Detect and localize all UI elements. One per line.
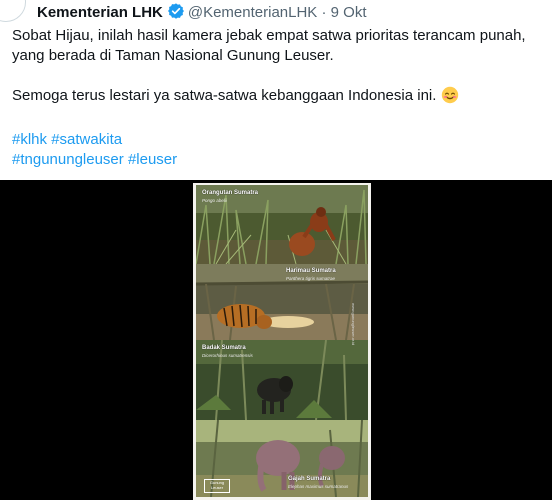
hashtag-tngunungleuser[interactable]: #tngunungleuser	[12, 151, 124, 168]
hashtag-satwakita[interactable]: #satwakita	[51, 131, 122, 148]
panel-title: Harimau Sumatra	[286, 268, 336, 274]
text-line-2: yang berada di Taman Nasional Gunung Leu…	[12, 47, 334, 64]
hashtags-line-1: #klhk #satwakita	[12, 130, 542, 150]
verified-badge-icon	[167, 2, 185, 25]
text-line-3-content: Semoga terus lestari ya satwa-satwa keba…	[12, 87, 437, 104]
gunung-leuser-logo: Gunung Leuser	[204, 479, 230, 493]
panel-title: Orangutan Sumatra	[202, 190, 259, 196]
panel-latin-name: Dicerorhinus sumatrensis	[202, 353, 253, 358]
hashtag-leuser[interactable]: #leuser	[128, 151, 177, 168]
hashtags-line-2: #tngunungleuser #leuser	[12, 150, 542, 170]
separator-dot: ·	[321, 4, 327, 21]
author-handle[interactable]: @KementerianLHK	[188, 4, 317, 21]
author-name[interactable]: Kementerian LHK	[37, 4, 163, 21]
panel-latin-name: Pongo abelii	[202, 198, 227, 203]
orangutan-panel: Orangutan Sumatra Pongo abelii	[196, 185, 368, 264]
avatar[interactable]	[0, 0, 26, 22]
tweet-date[interactable]: 9 Okt	[331, 4, 367, 21]
hashtag-klhk[interactable]: #klhk	[12, 131, 47, 148]
tweet-text: Sobat Hijau, inilah hasil kamera jebak e…	[12, 26, 542, 170]
panel-title: Badak Sumatra	[202, 345, 246, 351]
tiger-photo	[196, 264, 368, 340]
panel-title: Gajah Sumatra	[288, 476, 331, 482]
tiger-panel: Harimau Sumatra Panthera tigris sumatrae	[196, 264, 368, 340]
text-line-3: Semoga terus lestari ya satwa-satwa keba…	[12, 86, 542, 110]
tweet-header: Kementerian LHK @KementerianLHK · 9 Okt	[0, 0, 552, 22]
smiling-face-emoji-icon	[441, 86, 459, 110]
author-line: Kementerian LHK @KementerianLHK · 9 Okt	[37, 2, 367, 25]
watermark-text: www.gunungleuser.or.id	[351, 303, 356, 346]
panel-latin-name: Panthera tigris sumatrae	[286, 276, 336, 281]
tweet-media[interactable]: Orangutan Sumatra Pongo abelii Harimau S…	[0, 180, 552, 500]
text-line-1: Sobat Hijau, inilah hasil kamera jebak e…	[12, 27, 526, 44]
camera-trap-poster: Orangutan Sumatra Pongo abelii Harimau S…	[193, 183, 371, 500]
panel-latin-name: Elephas maximus sumatranus	[288, 484, 349, 489]
rhino-photo	[196, 340, 368, 420]
rhino-panel: Badak Sumatra Dicerorhinus sumatrensis	[196, 340, 368, 420]
